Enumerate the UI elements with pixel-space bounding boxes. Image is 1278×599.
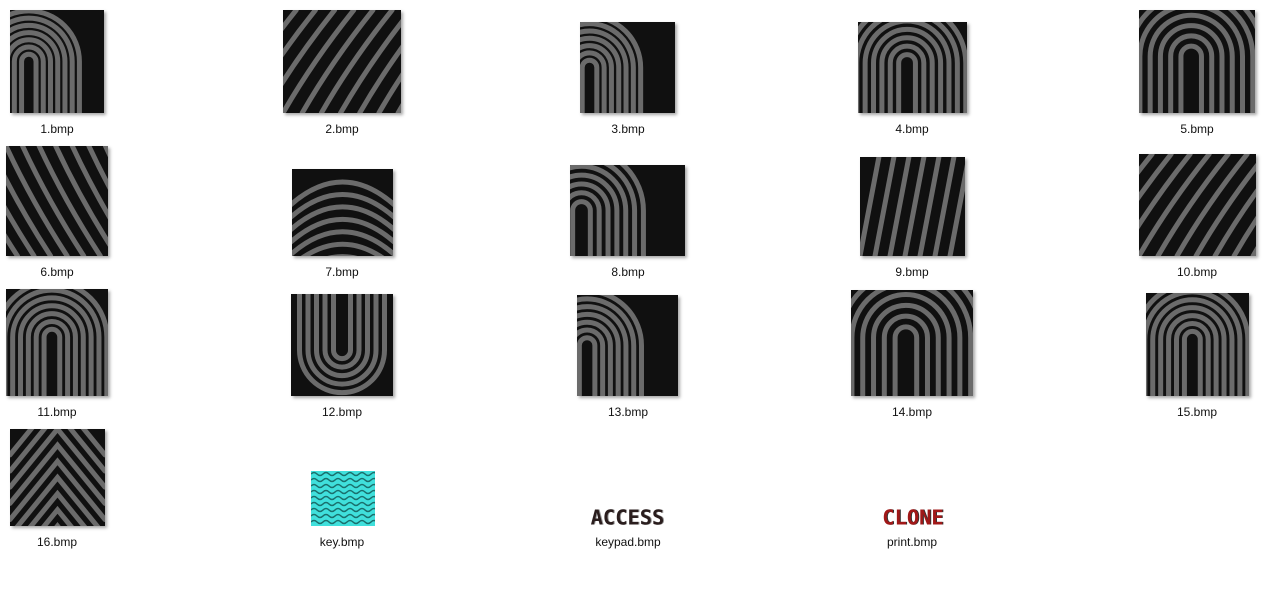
file-name-label: 2.bmp (325, 122, 359, 136)
file-name-label: 16.bmp (36, 535, 78, 549)
file-name-label: 7.bmp (325, 265, 359, 279)
fingerprint-icon[interactable] (10, 10, 104, 113)
access-text-image[interactable]: ACCESSACCESSACCESS (580, 506, 675, 530)
svg-text:CLONE: CLONE (882, 506, 943, 530)
fingerprint-icon[interactable] (1146, 293, 1249, 396)
fingerprint-icon[interactable] (291, 294, 393, 396)
fingerprint-icon[interactable] (860, 157, 965, 256)
fingerprint-icon[interactable] (570, 165, 685, 256)
file-name-label: 15.bmp (1176, 405, 1218, 419)
fingerprint-icon[interactable] (6, 289, 108, 396)
svg-text:ACCESS: ACCESS (591, 506, 665, 530)
file-name-label: 9.bmp (895, 265, 929, 279)
file-name-label: keypad.bmp (595, 535, 661, 549)
fingerprint-icon[interactable] (6, 146, 108, 256)
file-name-label: 6.bmp (40, 265, 74, 279)
file-name-label: 12.bmp (321, 405, 363, 419)
fingerprint-icon[interactable] (580, 22, 675, 113)
fingerprint-icon[interactable] (577, 295, 678, 396)
fingerprint-icon[interactable] (851, 290, 973, 396)
fingerprint-icon[interactable] (858, 22, 967, 113)
file-name-label: 10.bmp (1176, 265, 1218, 279)
fingerprint-icon[interactable] (1139, 10, 1255, 113)
file-name-label: 3.bmp (611, 122, 645, 136)
file-name-label: 4.bmp (895, 122, 929, 136)
file-name-label: 11.bmp (37, 405, 77, 419)
file-name-label: 14.bmp (891, 405, 933, 419)
file-name-label: print.bmp (886, 535, 938, 549)
fingerprint-icon[interactable] (283, 10, 401, 113)
cyan-texture-icon[interactable] (311, 471, 375, 526)
fingerprint-icon[interactable] (292, 169, 393, 256)
fingerprint-icon[interactable] (10, 429, 105, 526)
file-name-label: 8.bmp (611, 265, 645, 279)
fingerprint-icon[interactable] (1139, 154, 1256, 256)
file-name-label: 13.bmp (607, 405, 649, 419)
file-name-label: 5.bmp (1180, 122, 1214, 136)
file-name-label: key.bmp (319, 535, 365, 549)
file-name-label: 1.bmp (40, 122, 74, 136)
clone-text-image[interactable]: CLONECLONECLONE (873, 506, 953, 530)
